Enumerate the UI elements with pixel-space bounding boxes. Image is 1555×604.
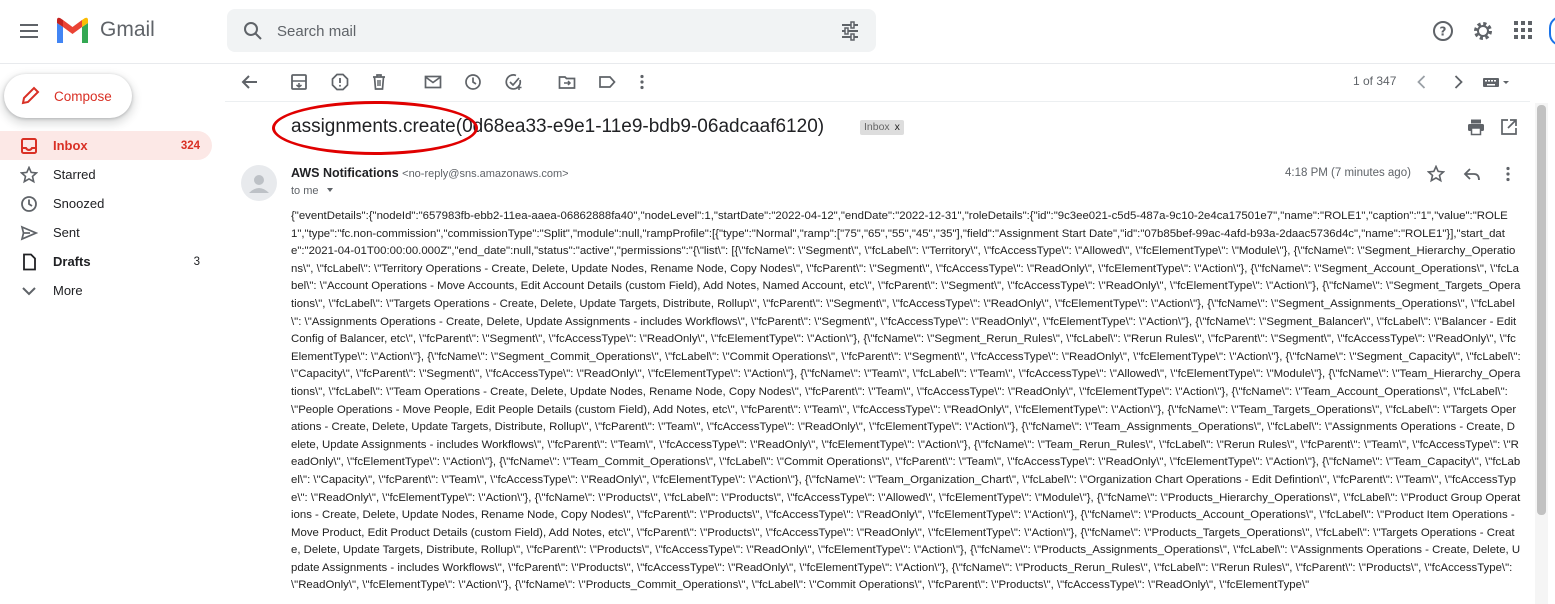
sidebar-item-label: Drafts (53, 254, 91, 269)
snooze-clock-icon[interactable] (464, 73, 482, 91)
scrollbar-thumb[interactable] (1537, 105, 1546, 515)
compose-label: Compose (54, 88, 112, 104)
report-spam-icon[interactable] (331, 73, 349, 91)
received-time: 4:18 PM (7 minutes ago) (1285, 167, 1411, 179)
gmail-logo[interactable]: Gmail (55, 17, 155, 43)
email-body: {"eventDetails":{"nodeId":"657983fb-ebb2… (291, 210, 1521, 592)
remove-label-icon[interactable]: x (895, 121, 900, 133)
send-icon (20, 225, 38, 241)
archive-icon[interactable] (290, 73, 308, 91)
recipient-details[interactable]: to me (291, 185, 335, 197)
inbox-label-chip[interactable]: Inbox x (860, 120, 904, 135)
app-name: Gmail (100, 18, 155, 41)
print-icon[interactable] (1467, 118, 1485, 136)
open-new-window-icon[interactable] (1500, 118, 1518, 136)
inbox-label-text: Inbox (864, 121, 890, 133)
sidebar-item-more[interactable]: More (0, 276, 212, 305)
apps-grid-icon[interactable] (1513, 20, 1533, 40)
sender-avatar[interactable] (241, 165, 277, 201)
star-icon[interactable] (1427, 165, 1445, 183)
draft-count: 3 (193, 255, 200, 268)
help-icon[interactable]: ? (1432, 20, 1454, 42)
compose-button[interactable]: Compose (4, 74, 132, 118)
reply-icon[interactable] (1463, 165, 1481, 183)
sidebar-item-label: Starred (53, 167, 96, 182)
sidebar-item-inbox[interactable]: Inbox 324 (0, 131, 212, 160)
search-bar[interactable]: Search mail (227, 9, 876, 52)
sidebar-item-sent[interactable]: Sent (0, 218, 212, 247)
sender-name[interactable]: AWS Notifications (291, 166, 399, 180)
svg-text:?: ? (1440, 25, 1447, 39)
back-arrow-icon[interactable] (241, 73, 259, 91)
account-avatar[interactable] (1549, 16, 1555, 46)
main-menu-icon[interactable] (16, 18, 42, 44)
more-vertical-icon[interactable] (633, 73, 651, 91)
mark-unread-mail-icon[interactable] (424, 73, 442, 91)
sender-line: AWS Notifications <no-reply@sns.amazonaw… (291, 166, 569, 180)
sidebar-item-drafts[interactable]: Drafts 3 (0, 247, 212, 276)
draft-icon (23, 253, 36, 271)
unread-count: 324 (180, 139, 200, 152)
inbox-icon (21, 138, 37, 154)
move-to-folder-icon[interactable] (558, 73, 576, 91)
red-annotation-oval (272, 101, 478, 155)
sidebar-item-label: More (53, 283, 83, 298)
search-icon[interactable] (243, 21, 263, 41)
input-tools-keyboard-icon[interactable] (1482, 73, 1514, 91)
message-toolbar: 1 of 347 (225, 64, 1530, 102)
sidebar-item-label: Inbox (53, 138, 88, 153)
newer-chevron-left-icon[interactable] (1413, 73, 1431, 91)
star-icon (20, 166, 38, 184)
top-bar: Gmail Search mail ? (0, 0, 1555, 64)
label-tag-icon[interactable] (598, 73, 616, 91)
search-input[interactable]: Search mail (277, 23, 356, 40)
sidebar-item-label: Snoozed (53, 196, 105, 211)
recipient-text: to me (291, 185, 319, 197)
chevron-down-icon (22, 287, 36, 296)
person-icon (249, 175, 269, 193)
caret-down-icon[interactable] (325, 186, 335, 194)
sidebar-item-snoozed[interactable]: Snoozed (0, 189, 212, 218)
sender-email: <no-reply@sns.amazonaws.com> (402, 168, 569, 180)
delete-trash-icon[interactable] (370, 73, 388, 91)
clock-icon (21, 196, 37, 212)
add-task-icon[interactable] (505, 73, 523, 91)
settings-gear-icon[interactable] (1472, 20, 1494, 42)
pencil-icon (21, 86, 40, 105)
sidebar-item-label: Sent (53, 225, 80, 240)
sidebar-item-starred[interactable]: Starred (0, 160, 212, 189)
search-options-icon[interactable] (840, 21, 860, 41)
gmail-m-icon (57, 17, 88, 43)
pagination-count: 1 of 347 (1353, 74, 1397, 88)
more-vertical-icon[interactable] (1499, 165, 1517, 183)
older-chevron-right-icon[interactable] (1449, 73, 1467, 91)
